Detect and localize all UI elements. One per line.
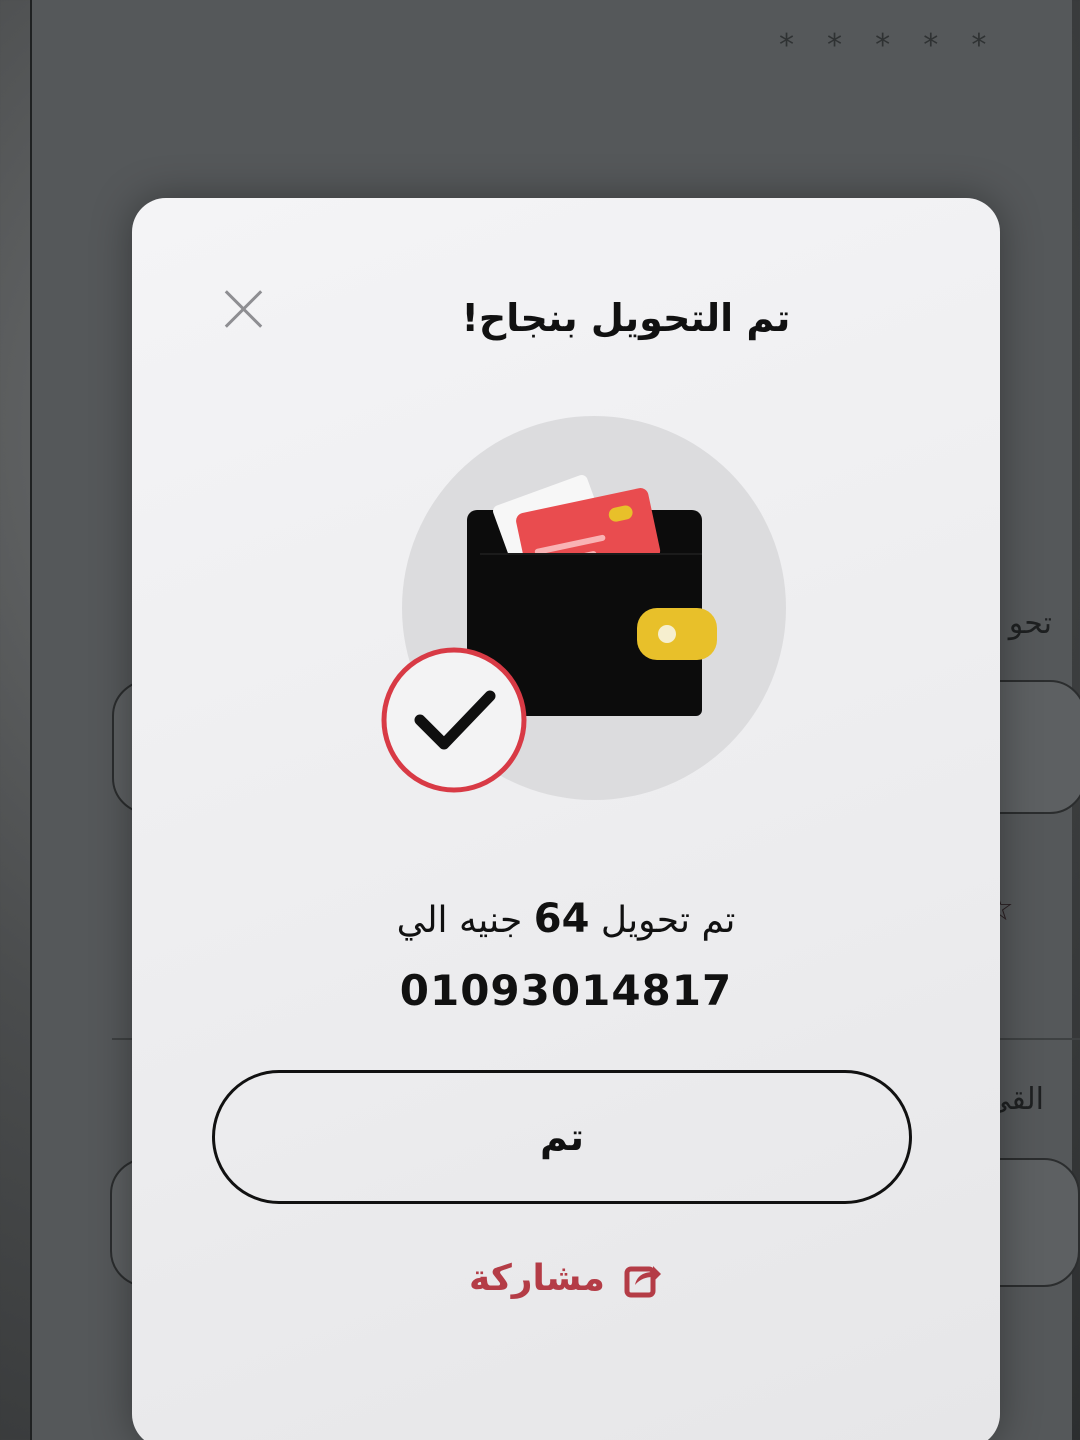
checkmark-icon <box>381 647 527 793</box>
message-suffix: جنيه الي <box>396 900 523 941</box>
background-label: تحو <box>1008 606 1052 641</box>
done-button[interactable]: تم <box>212 1070 912 1204</box>
share-icon <box>624 1265 661 1297</box>
transfer-amount: 64 <box>533 896 590 942</box>
wallet-illustration <box>372 408 792 828</box>
transfer-message: تم تحويل 64 جنيه الي <box>132 896 1000 942</box>
dialog-title: تم التحويل بنجاح! <box>461 296 791 340</box>
share-label: مشاركة <box>469 1258 605 1299</box>
transfer-success-dialog: تم التحويل بنجاح! تم تحويل 64 جنيه الي 0… <box>132 198 1000 1440</box>
recipient-phone-number: 01093014817 <box>399 966 733 1015</box>
masked-value: * * * * * <box>777 28 994 63</box>
message-prefix: تم تحويل <box>600 900 736 941</box>
share-button[interactable]: مشاركة <box>132 1258 1000 1299</box>
